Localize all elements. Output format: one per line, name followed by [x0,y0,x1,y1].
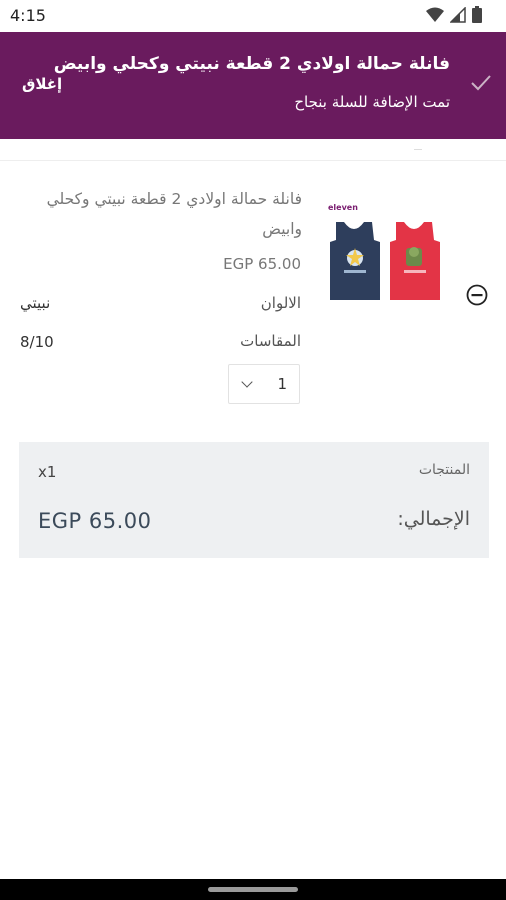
cart-summary: المنتجات x1 الإجمالي: EGP 65.00 [19,442,489,558]
check-icon [470,74,492,96]
size-label: المقاسات [240,332,301,350]
added-to-cart-banner: فانلة حمالة اولادي 2 قطعة نبيتي وكحلي وا… [0,32,506,139]
close-button[interactable]: إغلاق [22,75,62,93]
total-value: EGP 65.00 [38,509,152,533]
header-remnant [414,139,422,150]
status-icons [426,6,482,23]
status-time: 4:15 [10,6,46,25]
signal-icon [450,6,466,23]
chevron-down-icon [241,376,253,388]
status-bar: 4:15 [0,0,506,32]
total-label: الإجمالي: [397,508,470,530]
divider [0,160,506,161]
wifi-icon [426,7,444,22]
remove-icon [466,284,488,306]
home-indicator[interactable] [208,887,298,892]
products-label: المنتجات [418,462,470,478]
battery-icon [472,6,482,23]
banner-subtitle: تمت الإضافة للسلة بنجاح [294,93,450,111]
remove-item-button[interactable] [466,284,488,306]
products-count: x1 [38,463,57,481]
color-label: الالوان [260,294,301,312]
product-price: EGP 65.00 [223,255,301,273]
banner-title: فانلة حمالة اولادي 2 قطعة نبيتي وكحلي وا… [53,54,450,74]
product-image[interactable]: eleven [326,200,444,310]
brand-logo-text: eleven [328,203,358,212]
color-value: نبيتي [20,294,51,312]
product-title[interactable]: فانلة حمالة اولادي 2 قطعة نبيتي وكحلي وا… [12,184,302,244]
size-value: 8/10 [20,333,54,351]
quantity-select[interactable]: 1 [228,364,300,404]
quantity-value: 1 [277,375,287,393]
